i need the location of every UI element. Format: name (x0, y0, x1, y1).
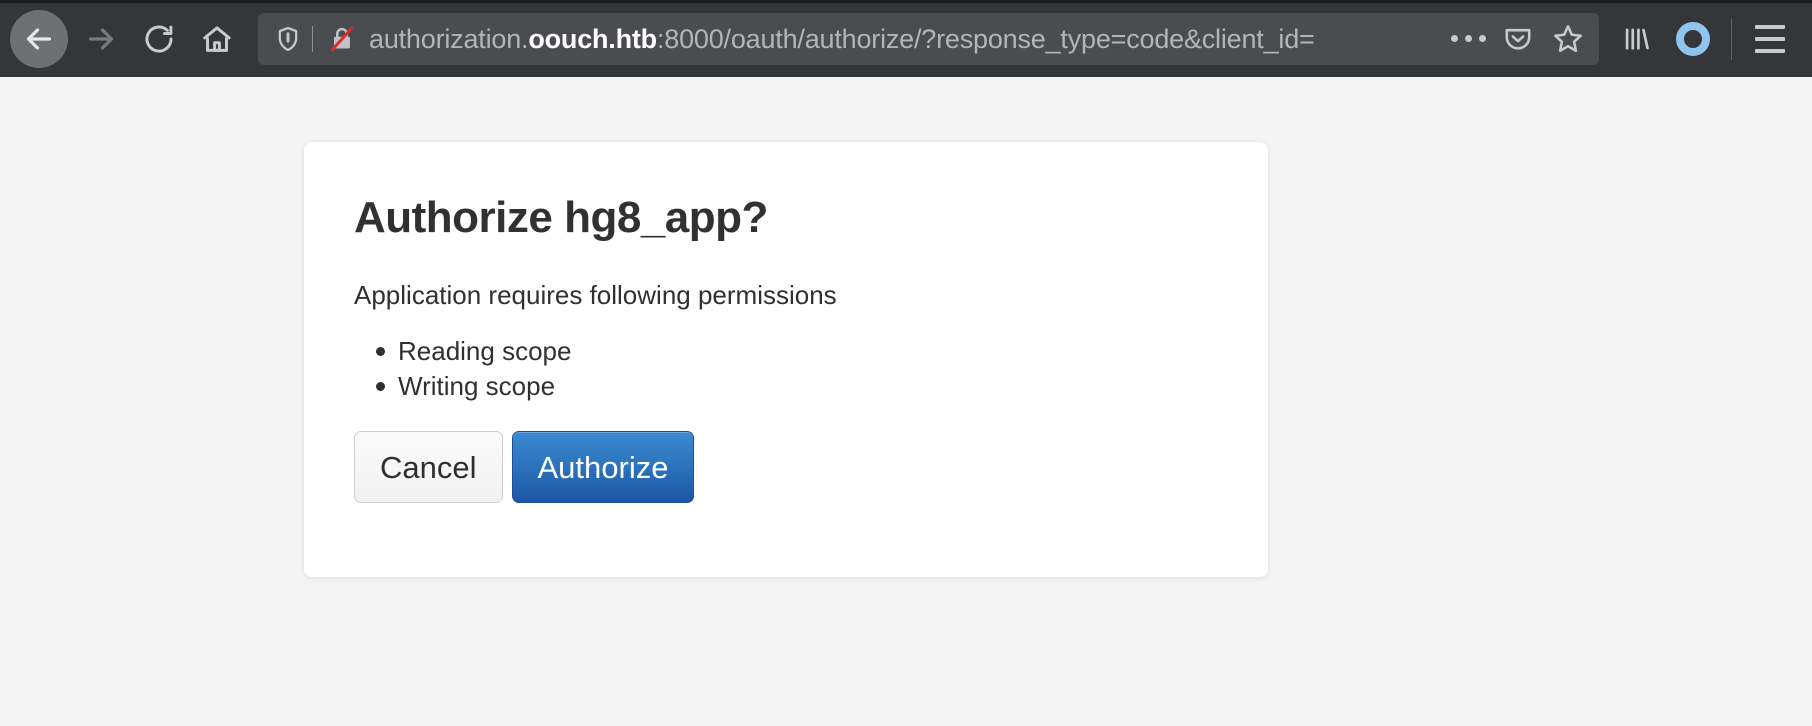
browser-toolbar: authorization.oouch.htb:8000/oauth/autho… (0, 0, 1812, 77)
site-identity-box[interactable] (272, 24, 369, 54)
url-text-container[interactable]: authorization.oouch.htb:8000/oauth/autho… (369, 12, 1437, 65)
url-host: oouch.htb (528, 23, 657, 54)
list-item: Writing scope (376, 369, 1218, 404)
account-circle-icon (1676, 21, 1710, 56)
app-menu-button[interactable] (1742, 11, 1798, 67)
url-prefix: authorization. (369, 23, 529, 54)
lock-crossed-insecure-icon[interactable] (313, 24, 369, 54)
authorize-button[interactable]: Authorize (511, 430, 695, 503)
forward-button[interactable] (72, 10, 130, 68)
bookmark-button[interactable] (1543, 16, 1593, 62)
card-content: Authorize hg8_app? Application requires … (304, 142, 1268, 503)
ellipsis-icon (1450, 35, 1486, 42)
reload-icon (145, 25, 173, 53)
home-button[interactable] (188, 10, 246, 68)
page-title: Authorize hg8_app? (354, 193, 768, 242)
authorization-card: Authorize hg8_app? Application requires … (303, 141, 1269, 578)
permissions-lead-text: Application requires following permissio… (354, 280, 837, 311)
url-truncation-fade (1379, 12, 1437, 65)
shield-icon[interactable] (272, 25, 312, 53)
forward-arrow-icon (88, 27, 114, 50)
page-actions-button[interactable] (1443, 16, 1493, 62)
tracking-protection-shield-icon (278, 26, 298, 51)
pocket-button[interactable] (1493, 16, 1543, 62)
toolbar-divider (1731, 17, 1732, 60)
hamburger-menu-icon (1755, 24, 1785, 53)
action-button-row: Cancel Authorize (354, 430, 1218, 503)
list-item: Reading scope (376, 334, 1218, 369)
navigation-buttons (10, 9, 246, 68)
library-icon (1625, 27, 1649, 50)
scope-list: Reading scope Writing scope (354, 334, 1218, 404)
url-action-buttons (1437, 16, 1593, 62)
url-text: authorization.oouch.htb:8000/oauth/autho… (369, 13, 1315, 65)
toolbar-right-buttons (1609, 11, 1798, 67)
back-button[interactable] (10, 9, 68, 68)
address-bar[interactable]: authorization.oouch.htb:8000/oauth/autho… (258, 12, 1599, 65)
insecure-connection-icon (330, 26, 354, 51)
url-suffix: :8000/oauth/authorize/?response_type=cod… (656, 23, 1315, 54)
back-arrow-icon (26, 27, 52, 50)
library-button[interactable] (1609, 11, 1665, 67)
reload-button[interactable] (130, 10, 188, 68)
home-icon (203, 25, 231, 52)
tab-strip-edge (0, 0, 1812, 3)
account-button[interactable] (1665, 11, 1721, 67)
page-viewport: Authorize hg8_app? Application requires … (0, 77, 1812, 726)
cancel-button[interactable]: Cancel (354, 430, 503, 503)
pocket-icon (1505, 28, 1531, 50)
star-icon (1553, 24, 1583, 52)
